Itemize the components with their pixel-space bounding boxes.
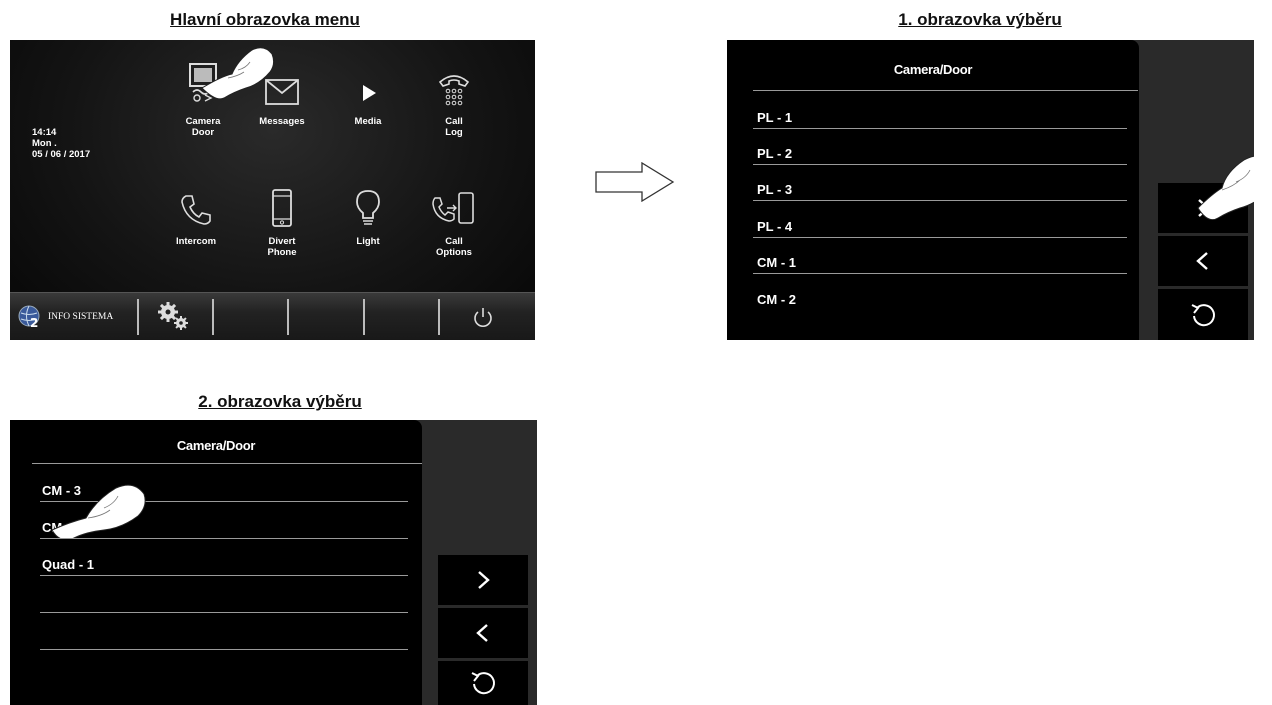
return-icon bbox=[471, 672, 495, 695]
mobile-phone-icon bbox=[272, 189, 292, 227]
previous-page-button[interactable] bbox=[438, 608, 528, 658]
tile-media-label: Media bbox=[354, 116, 382, 127]
tile-call-log-label: Call Log bbox=[445, 116, 463, 138]
gears-icon bbox=[158, 302, 188, 330]
bottom-separator bbox=[438, 299, 440, 335]
list-item[interactable]: PL - 4 bbox=[757, 219, 792, 234]
tile-light-label: Light bbox=[356, 236, 380, 247]
list-item[interactable]: CM - 1 bbox=[757, 255, 796, 270]
list-item[interactable]: PL - 1 bbox=[757, 110, 792, 125]
pointing-hand-icon bbox=[201, 47, 275, 100]
datetime: 14:14 Mon . 05 / 06 / 2017 bbox=[32, 127, 90, 160]
settings-button[interactable] bbox=[156, 301, 196, 333]
list-item[interactable]: CM - 2 bbox=[757, 292, 796, 307]
next-page-button[interactable] bbox=[438, 555, 528, 605]
row-divider bbox=[40, 649, 408, 650]
day: Mon . bbox=[32, 138, 57, 149]
next-arrow-icon bbox=[595, 162, 675, 202]
chevron-right-icon bbox=[478, 571, 490, 589]
play-icon bbox=[363, 85, 376, 101]
bottom-separator bbox=[363, 299, 365, 335]
selection-screen-1: Camera/Door PL - 1 PL - 2 PL - 3 PL - 4 … bbox=[727, 40, 1254, 340]
call-transfer-icon bbox=[432, 192, 474, 224]
svg-text:2: 2 bbox=[30, 316, 38, 330]
tile-media[interactable]: Media bbox=[323, 76, 413, 127]
bottom-separator bbox=[287, 299, 289, 335]
back-button[interactable] bbox=[1158, 289, 1248, 340]
row-divider bbox=[753, 273, 1127, 274]
handset-icon bbox=[181, 195, 211, 225]
title-divider bbox=[753, 90, 1138, 91]
screen1-caption: 1. obrazovka výběru bbox=[898, 10, 1062, 29]
tile-camera-door-label: Camera Door bbox=[185, 116, 221, 138]
row-divider bbox=[753, 128, 1127, 129]
title-divider bbox=[32, 463, 422, 464]
tile-call-options-label: Call Options bbox=[436, 236, 472, 258]
power-button[interactable] bbox=[470, 305, 496, 331]
tile-intercom-label: Intercom bbox=[175, 236, 217, 247]
screen2-caption: 2. obrazovka výběru bbox=[198, 392, 362, 411]
date: 05 / 06 / 2017 bbox=[32, 149, 91, 160]
pointing-hand-icon bbox=[51, 484, 146, 538]
list-title: Camera/Door bbox=[893, 62, 973, 77]
info-sistema-button[interactable]: 2 INFO SISTEMA bbox=[16, 303, 113, 331]
pointing-hand-icon bbox=[1197, 155, 1254, 220]
tile-messages-label: Messages bbox=[259, 116, 305, 127]
back-button[interactable] bbox=[438, 661, 528, 705]
row-divider bbox=[40, 538, 408, 539]
main-menu-screen: 14:14 Mon . 05 / 06 / 2017 Camera Door M… bbox=[10, 40, 535, 340]
tile-light[interactable]: Light bbox=[323, 188, 413, 247]
time: 14:14 bbox=[32, 127, 57, 138]
power-icon bbox=[474, 308, 492, 327]
light-bulb-icon bbox=[356, 190, 380, 225]
list-item[interactable]: PL - 3 bbox=[757, 182, 792, 197]
bottom-separator bbox=[137, 299, 139, 335]
tile-divert-phone[interactable]: Divert Phone bbox=[237, 188, 327, 258]
list-item[interactable]: PL - 2 bbox=[757, 146, 792, 161]
row-divider bbox=[753, 164, 1127, 165]
list-item[interactable]: Quad - 1 bbox=[42, 557, 94, 572]
tile-intercom[interactable]: Intercom bbox=[151, 190, 241, 247]
tile-call-log[interactable]: Call Log bbox=[409, 70, 499, 138]
tile-divert-phone-label: Divert Phone bbox=[267, 236, 297, 258]
phone-keypad-icon bbox=[438, 75, 470, 106]
row-divider bbox=[40, 575, 408, 576]
info-sistema-label: INFO SISTEMA bbox=[48, 312, 114, 322]
row-divider bbox=[753, 200, 1127, 201]
list-title: Camera/Door bbox=[176, 438, 256, 453]
info-globe-icon: 2 bbox=[18, 305, 40, 330]
tile-call-options[interactable]: Call Options bbox=[409, 190, 499, 258]
row-divider bbox=[40, 612, 408, 613]
main-menu-caption: Hlavní obrazovka menu bbox=[170, 10, 360, 29]
row-divider bbox=[753, 237, 1127, 238]
selection-screen-2: Camera/Door CM - 3 CM - 4 Quad - 1 bbox=[10, 420, 537, 705]
chevron-left-icon bbox=[476, 624, 488, 642]
bottom-separator bbox=[212, 299, 214, 335]
return-icon bbox=[1191, 303, 1215, 326]
previous-page-button[interactable] bbox=[1158, 236, 1248, 286]
bottom-bar: 2 INFO SISTEMA bbox=[10, 292, 535, 340]
chevron-left-icon bbox=[1196, 252, 1208, 270]
